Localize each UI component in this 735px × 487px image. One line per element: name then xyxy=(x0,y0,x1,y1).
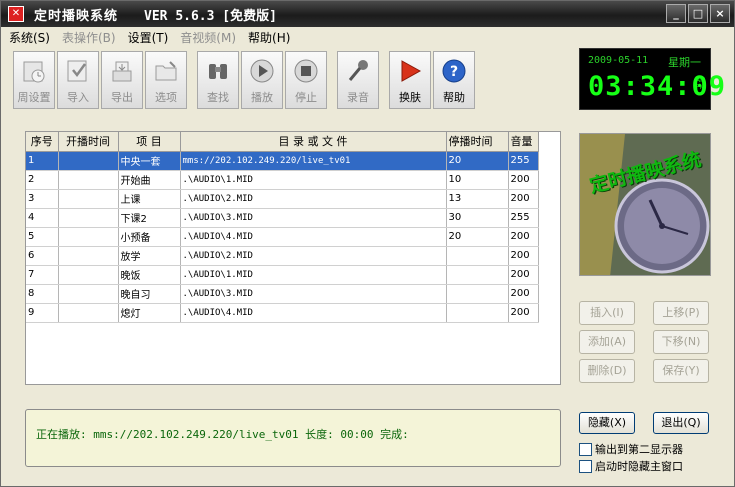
schedule-table: 序号 开播时间 项 目 目 录 或 文 件 停播时间 音量 1 中央一套 mms:/… xyxy=(26,132,539,323)
clock-date: 2009-05-11 xyxy=(588,55,649,66)
skin-button[interactable]: 换肤 xyxy=(389,51,431,109)
move-down-button[interactable]: 下移(N) xyxy=(653,330,709,354)
second-display-option[interactable]: 输出到第二显示器 xyxy=(579,441,683,457)
table-row[interactable]: 5 小预备 .\AUDIO\4.MID 20 200 xyxy=(26,227,539,247)
table-row[interactable]: 4 下课2 .\AUDIO\3.MID 30 255 xyxy=(26,208,539,228)
microphone-icon xyxy=(344,57,372,85)
digital-clock: 2009-05-11 星期一 03:34:09 AM PM xyxy=(579,48,725,110)
banner-image: 定时播映系统 xyxy=(579,133,711,276)
svg-text:?: ? xyxy=(450,64,458,80)
disk-icon xyxy=(108,57,136,85)
col-header-index[interactable]: 序号 xyxy=(26,132,59,152)
hide-on-start-checkbox[interactable] xyxy=(579,459,592,473)
menu-bar: 系统(S) 表操作(B) 设置(T) 音视频(M) 帮助(H) xyxy=(1,27,734,47)
hide-button[interactable]: 隐藏(X) xyxy=(579,412,635,434)
col-header-file[interactable]: 目 录 或 文 件 xyxy=(180,132,447,152)
minimize-button[interactable]: _ xyxy=(666,4,686,23)
folder-icon xyxy=(152,57,180,85)
stop-icon xyxy=(292,57,320,85)
menu-settings[interactable]: 设置(T) xyxy=(128,29,169,46)
window-title: 定时播映系统 xyxy=(34,8,119,24)
maximize-button[interactable]: □ xyxy=(688,4,708,23)
table-row[interactable]: 8 晚自习 .\AUDIO\3.MID 200 xyxy=(26,284,539,304)
export-button[interactable]: 导出 xyxy=(101,51,143,109)
play-icon xyxy=(248,57,276,85)
clock-time: 03:34:09 xyxy=(588,71,727,102)
menu-help[interactable]: 帮助(H) xyxy=(248,29,290,46)
table-header-row: 序号 开播时间 项 目 目 录 或 文 件 停播时间 音量 xyxy=(26,132,539,152)
move-up-button[interactable]: 上移(P) xyxy=(653,301,709,325)
menu-table-ops[interactable]: 表操作(B) xyxy=(62,29,116,46)
menu-audio-video[interactable]: 音视频(M) xyxy=(180,29,236,46)
main-window: ✕ 定时播映系统 VER 5.6.3 [免费版] _ □ × 系统(S) 表操作… xyxy=(0,0,735,487)
col-header-start-time[interactable]: 开播时间 xyxy=(58,132,119,152)
app-icon[interactable]: ✕ xyxy=(8,6,24,22)
help-button[interactable]: ? 帮助 xyxy=(433,51,475,109)
insert-button[interactable]: 插入(I) xyxy=(579,301,635,325)
menu-system[interactable]: 系统(S) xyxy=(9,29,50,46)
stop-button[interactable]: 停止 xyxy=(285,51,327,109)
toolbar: 周设置 导入 导出 选项 查找 播放 停止 录音 换肤 ? 帮助 xyxy=(13,51,563,111)
close-button[interactable]: × xyxy=(710,4,730,23)
import-icon xyxy=(64,57,92,85)
clock-weekday: 星期一 xyxy=(668,56,701,69)
table-row[interactable]: 9 熄灯 .\AUDIO\4.MID 200 xyxy=(26,303,539,323)
col-header-item[interactable]: 项 目 xyxy=(118,132,181,152)
table-row[interactable]: 6 放学 .\AUDIO\2.MID 200 xyxy=(26,246,539,266)
hide-on-start-option[interactable]: 启动时隐藏主窗口 xyxy=(579,458,683,474)
record-button[interactable]: 录音 xyxy=(337,51,379,109)
add-button[interactable]: 添加(A) xyxy=(579,330,635,354)
find-button[interactable]: 查找 xyxy=(197,51,239,109)
binoculars-icon xyxy=(204,57,232,85)
import-button[interactable]: 导入 xyxy=(57,51,99,109)
clock-calendar-icon xyxy=(20,57,48,85)
clock-ampm: AM PM xyxy=(696,77,706,91)
status-text: 正在播放: mms://202.102.249.220/live_tv01 长度… xyxy=(36,428,409,441)
second-display-label: 输出到第二显示器 xyxy=(595,443,683,456)
options-button[interactable]: 选项 xyxy=(145,51,187,109)
save-button[interactable]: 保存(Y) xyxy=(653,359,709,383)
skin-play-icon xyxy=(396,57,424,85)
table-row[interactable]: 7 晚饭 .\AUDIO\1.MID 200 xyxy=(26,265,539,285)
exit-button[interactable]: 退出(Q) xyxy=(653,412,709,434)
play-button[interactable]: 播放 xyxy=(241,51,283,109)
week-setup-button[interactable]: 周设置 xyxy=(13,51,55,109)
schedule-list[interactable]: 序号 开播时间 项 目 目 录 或 文 件 停播时间 音量 1 中央一套 mms:/… xyxy=(25,131,561,385)
version-label: VER 5.6.3 [免费版] xyxy=(144,8,277,24)
table-row[interactable]: 1 中央一套 mms://202.102.249.220/live_tv01 20 25… xyxy=(26,151,539,171)
table-row[interactable]: 3 上课 .\AUDIO\2.MID 13 200 xyxy=(26,189,539,209)
title-bar[interactable]: ✕ 定时播映系统 VER 5.6.3 [免费版] _ □ × xyxy=(1,1,734,27)
col-header-stop-time[interactable]: 停播时间 xyxy=(446,132,509,152)
delete-button[interactable]: 删除(D) xyxy=(579,359,635,383)
hide-on-start-label: 启动时隐藏主窗口 xyxy=(595,460,683,473)
help-icon: ? xyxy=(440,57,468,85)
col-header-volume[interactable]: 音量 xyxy=(508,132,539,152)
second-display-checkbox[interactable] xyxy=(579,442,592,456)
table-row[interactable]: 2 开始曲 .\AUDIO\1.MID 10 200 xyxy=(26,170,539,190)
playback-status: 正在播放: mms://202.102.249.220/live_tv01 长度… xyxy=(25,409,561,467)
